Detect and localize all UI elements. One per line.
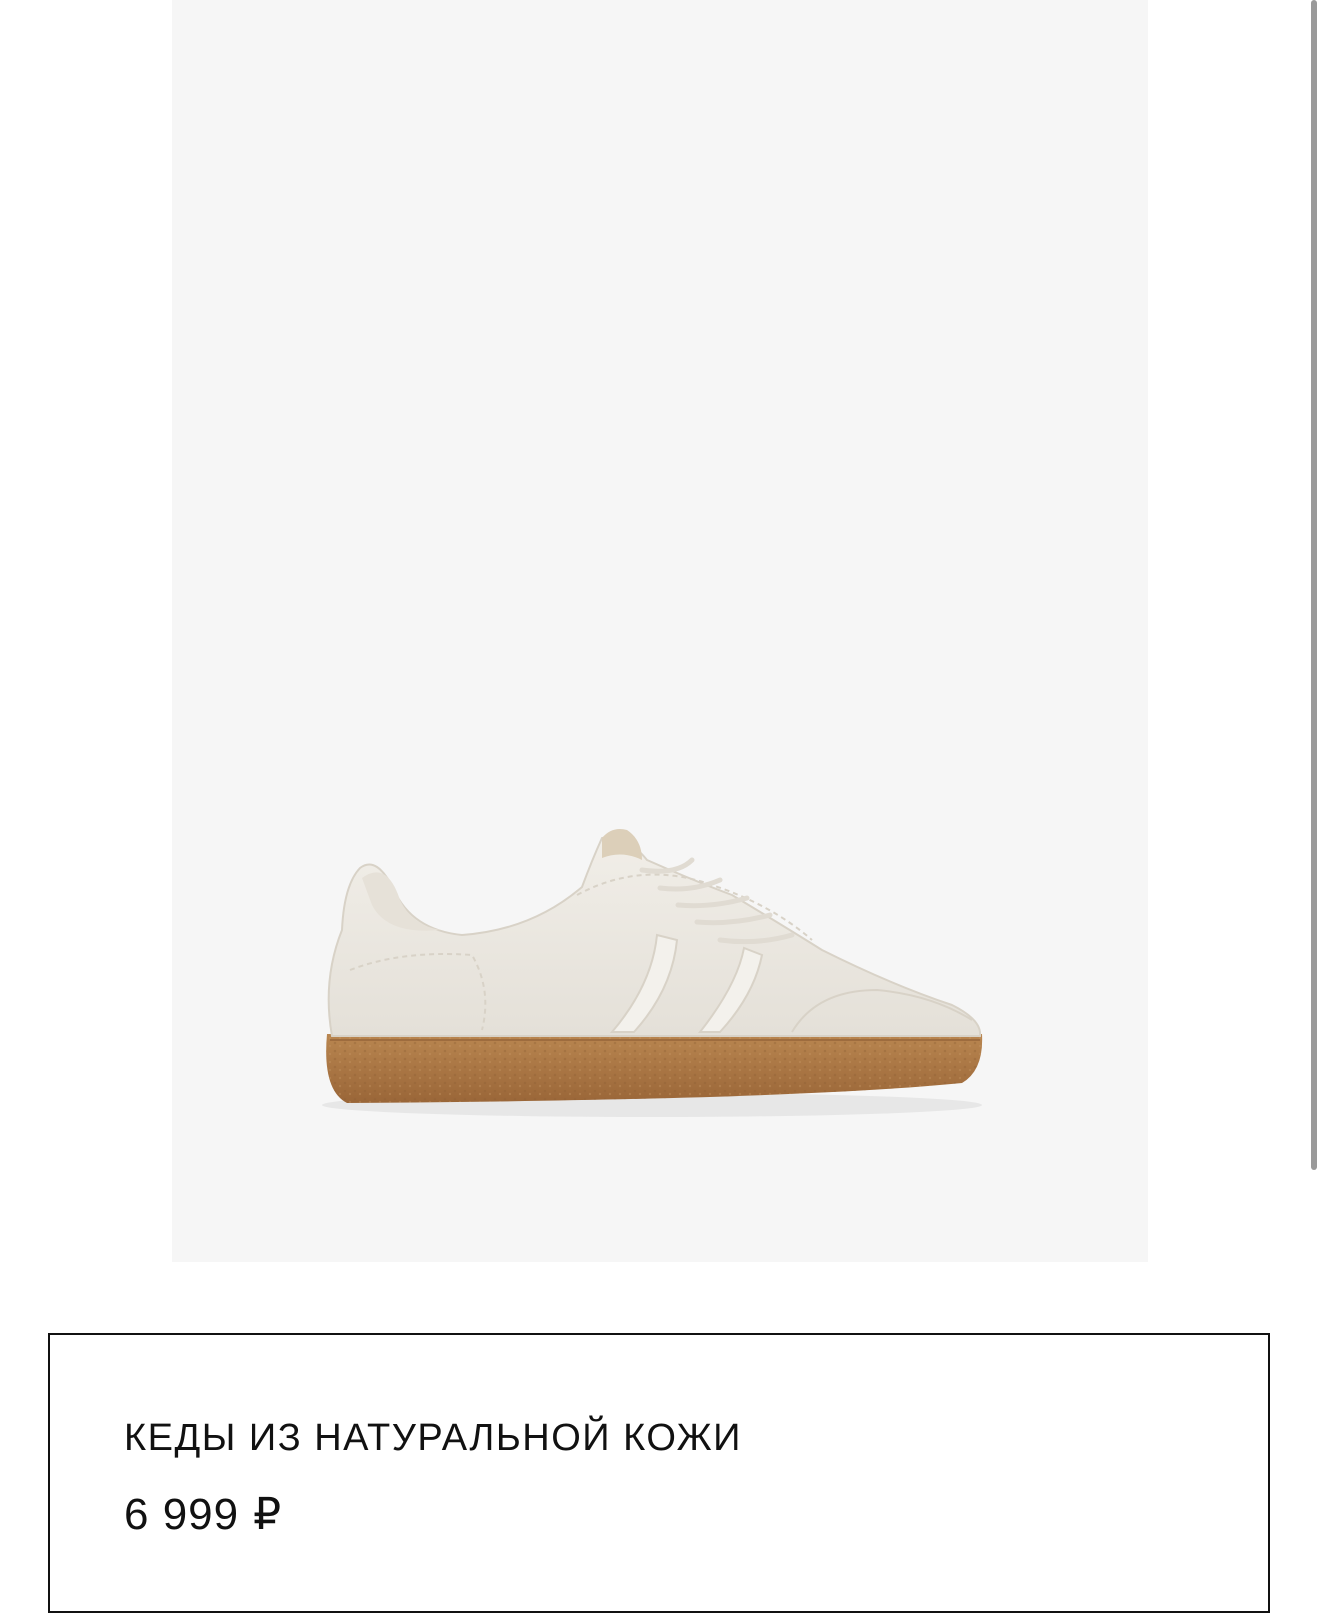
product-image[interactable] (172, 0, 1148, 1262)
product-info-card: КЕДЫ ИЗ НАТУРАЛЬНОЙ КОЖИ 6 999 ₽ (48, 1333, 1270, 1613)
currency-symbol: ₽ (253, 1490, 283, 1539)
sneaker-image (322, 829, 983, 1117)
price-amount: 6 999 (124, 1490, 240, 1539)
scrollbar-thumb[interactable] (1311, 0, 1317, 1170)
scrollbar[interactable] (1306, 0, 1320, 1591)
product-price: 6 999 ₽ (124, 1493, 282, 1537)
product-title: КЕДЫ ИЗ НАТУРАЛЬНОЙ КОЖИ (124, 1417, 742, 1459)
